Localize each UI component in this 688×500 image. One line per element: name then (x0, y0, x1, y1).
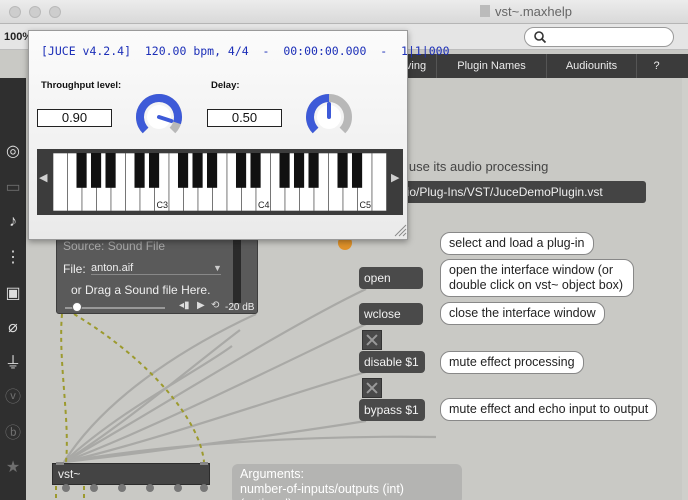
black-key[interactable] (279, 153, 290, 188)
vst-outlet[interactable] (90, 484, 98, 492)
black-key[interactable] (206, 153, 218, 188)
piano-keys[interactable]: C3 C4 C5 (53, 153, 387, 211)
bypass-message[interactable]: bypass $1 (359, 399, 425, 421)
drop-hint: or Drag a Sound file Here. (71, 283, 211, 297)
loop-icon[interactable]: ⟲ (211, 300, 219, 311)
arguments-title: Arguments: (240, 467, 304, 481)
arguments-comment: Arguments: number-of-inputs/outputs (int… (232, 464, 462, 500)
vst-inlet[interactable] (200, 462, 208, 465)
juce-plugin-window: [JUCE v4.2.4] 120.00 bpm, 4/4 - 00:00:00… (28, 30, 450, 240)
level-readout: -20 dB (225, 302, 255, 313)
open-message[interactable]: open (359, 267, 423, 289)
black-key[interactable] (192, 153, 203, 188)
sound-file-player: Source: Sound File File: anton.aif ▼ or … (56, 238, 258, 314)
arguments-line: number-of-inputs/outputs (int) (optional… (240, 482, 404, 500)
black-key[interactable] (351, 153, 363, 188)
throughput-label: Throughput level: (41, 80, 122, 91)
resize-grip-icon[interactable] (393, 223, 407, 237)
black-key[interactable] (134, 153, 145, 188)
delay-label: Delay: (211, 80, 240, 91)
vst-outlet[interactable] (146, 484, 154, 492)
black-key[interactable] (177, 153, 189, 188)
vst-outlet[interactable] (118, 484, 126, 492)
bypass-comment: mute effect and echo input to output (440, 398, 658, 421)
play-icon[interactable]: ▶ (197, 300, 205, 311)
disable-message[interactable]: disable $1 (359, 351, 425, 373)
black-key[interactable] (293, 153, 305, 188)
octave-label: C3 (157, 200, 169, 210)
select-plugin-comment: select and load a plug-in (440, 232, 594, 255)
juce-transport-info: [JUCE v4.2.4] 120.00 bpm, 4/4 - 00:00:00… (41, 44, 450, 58)
delay-value[interactable]: 0.50 (207, 109, 282, 127)
octave-label: C5 (360, 200, 372, 210)
vst-outlet[interactable] (62, 484, 70, 492)
wclose-comment: close the interface window (440, 302, 605, 325)
disable-comment: mute effect processing (440, 351, 584, 374)
playback-position-handle[interactable] (72, 302, 82, 312)
white-key[interactable] (371, 153, 387, 211)
black-key[interactable] (308, 153, 319, 188)
octave-label: C4 (258, 200, 270, 210)
vst-outlet[interactable] (174, 484, 182, 492)
open-comment: open the interface window (or double cli… (440, 259, 634, 297)
rewind-icon[interactable]: ◂▮ (179, 300, 190, 311)
intro-text: d use its audio processing (398, 159, 549, 174)
vst-inlet[interactable] (56, 462, 64, 465)
black-key[interactable] (105, 153, 116, 188)
black-key[interactable] (337, 153, 348, 188)
bypass-toggle[interactable] (362, 378, 382, 398)
sound-source-select[interactable]: Source: Sound File (63, 239, 165, 253)
delay-knob[interactable] (305, 93, 353, 141)
vst-object[interactable]: vst~ (52, 463, 210, 485)
vst-outlet[interactable] (200, 484, 208, 492)
black-key[interactable] (76, 153, 87, 188)
black-key[interactable] (90, 153, 102, 188)
midi-keyboard[interactable]: ◀ ▶ C3 C4 C5 (37, 149, 403, 215)
file-label: File: (63, 262, 86, 276)
chevron-down-icon[interactable]: ▼ (213, 263, 222, 273)
level-meter (233, 239, 241, 303)
black-key[interactable] (148, 153, 160, 188)
disable-toggle[interactable] (362, 330, 382, 350)
black-key[interactable] (250, 153, 261, 188)
plugin-path-object[interactable]: y/Audio/Plug-Ins/VST/JuceDemoPlugin.vst (370, 181, 646, 203)
white-key[interactable] (53, 153, 68, 211)
keyboard-scroll-right[interactable]: ▶ (391, 171, 399, 184)
wclose-message[interactable]: wclose (359, 303, 423, 325)
black-key[interactable] (235, 153, 247, 188)
file-menu[interactable]: anton.aif (91, 262, 221, 275)
throughput-value[interactable]: 0.90 (37, 109, 112, 127)
throughput-knob[interactable] (135, 93, 183, 141)
keyboard-scroll-left[interactable]: ◀ (39, 171, 47, 184)
